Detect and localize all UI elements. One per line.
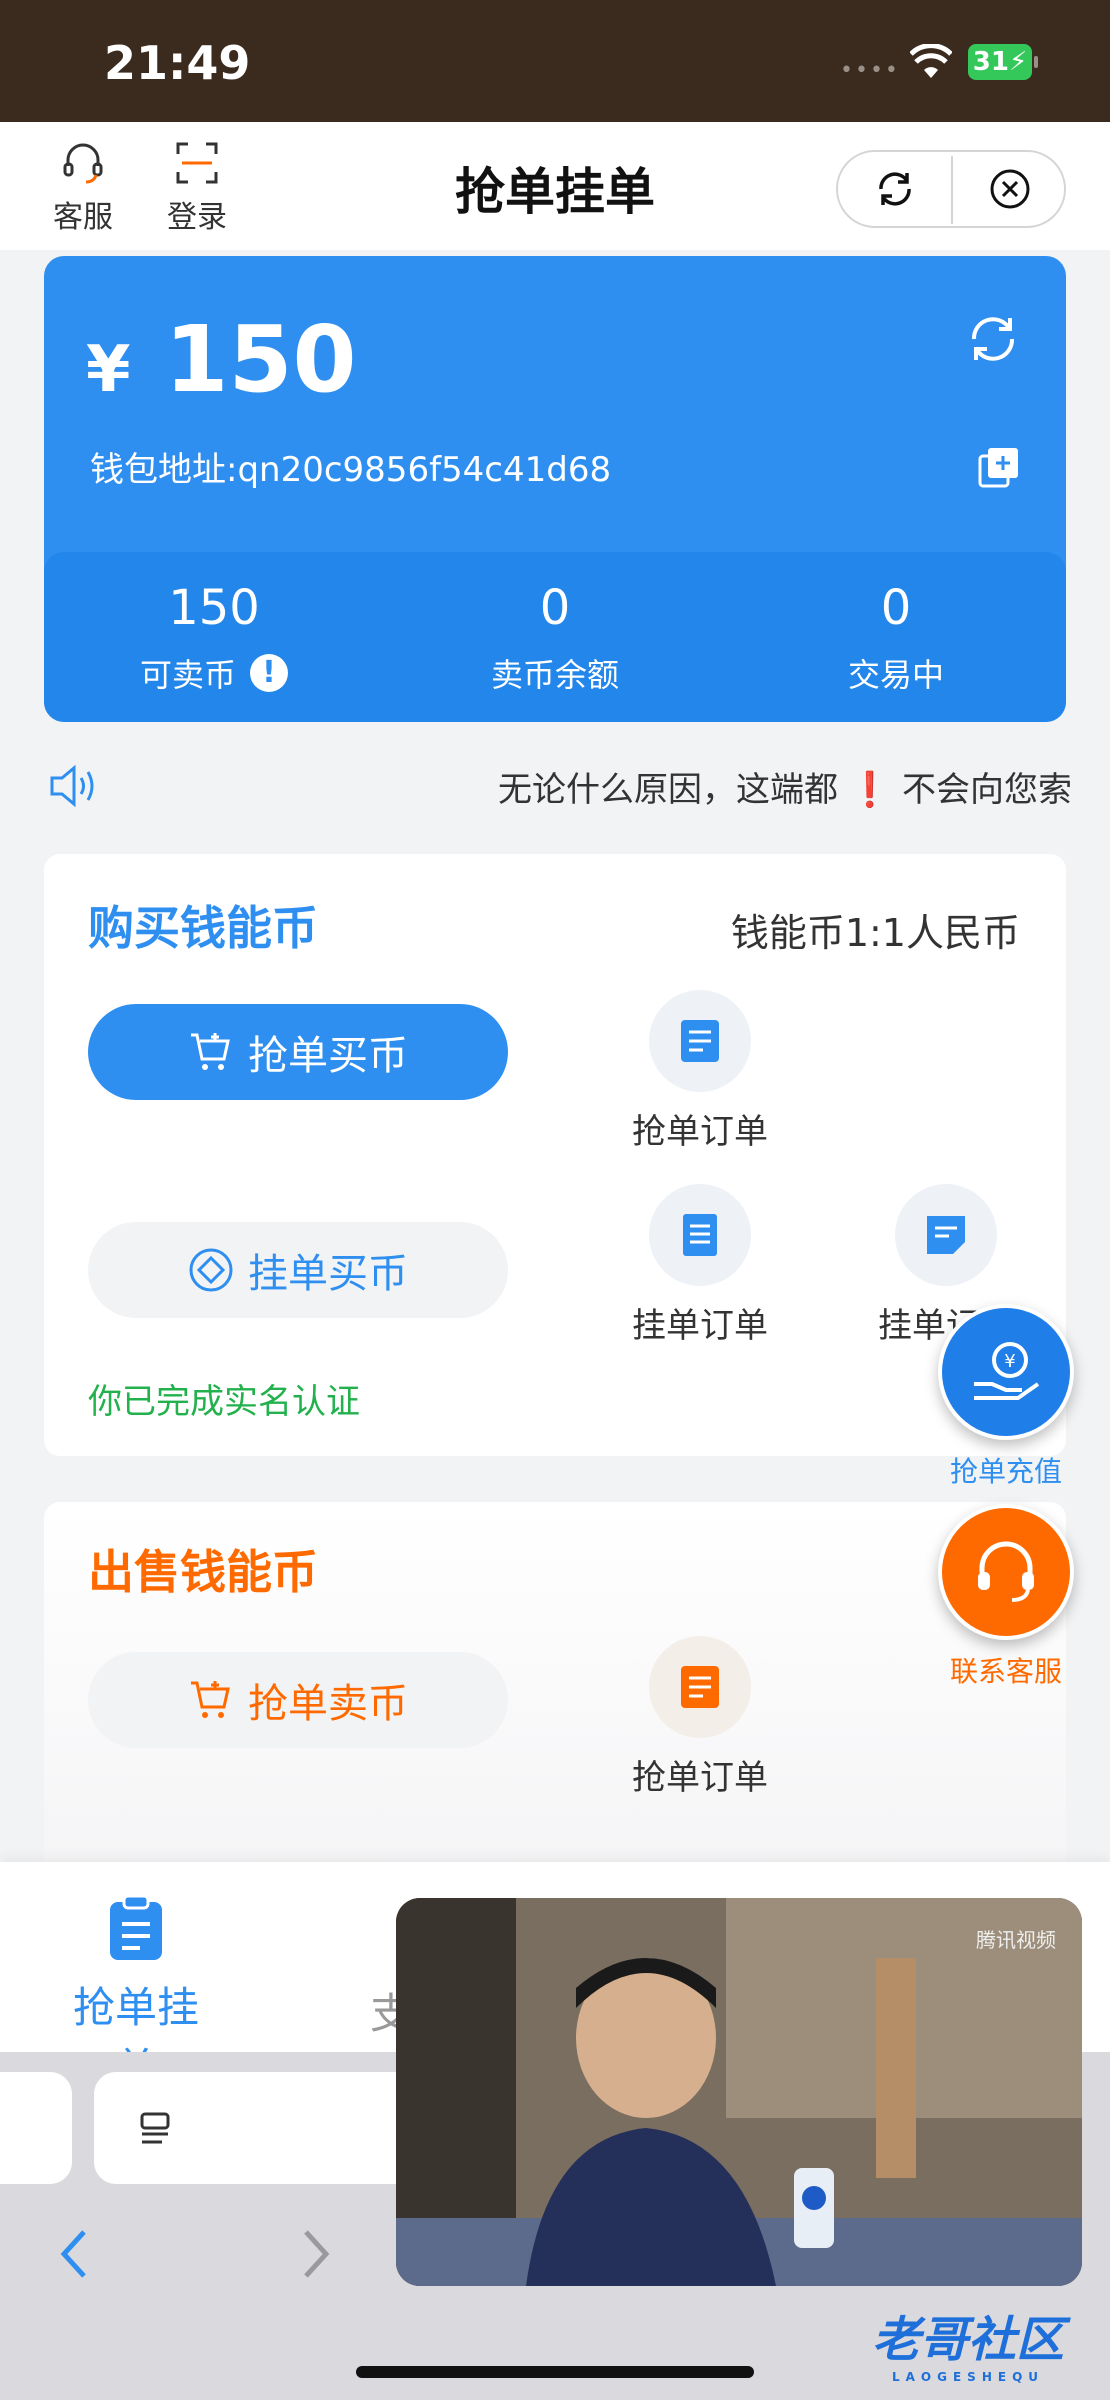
wallet-stats: 150 可卖币! 0 卖币余额 0 交易中: [44, 552, 1066, 722]
hang-orders-buy[interactable]: 挂单订单: [600, 1184, 800, 1347]
close-button[interactable]: [953, 152, 1066, 226]
recharge-float-button[interactable]: ¥ 抢单充值: [936, 1304, 1076, 1490]
tab-preview[interactable]: [0, 2072, 72, 2184]
stat-label: 卖币余额: [490, 656, 619, 694]
refresh-balance-icon[interactable]: [962, 308, 1024, 370]
wifi-icon: [910, 44, 952, 78]
clipboard-icon: [110, 1894, 162, 1960]
refresh-icon: [878, 172, 911, 206]
video-frame: [396, 1898, 1082, 2286]
grab-orders-buy[interactable]: 抢单订单: [600, 990, 800, 1153]
svg-text:¥: ¥: [1004, 1351, 1015, 1372]
balance-amount: 150: [164, 306, 357, 413]
forward-icon[interactable]: [298, 2226, 334, 2282]
mini-program-capsule: [836, 150, 1066, 228]
signal-icon: ••••: [840, 58, 900, 83]
nav-bar: 客服 登录 抢单挂单: [0, 122, 1110, 250]
wallet-card: ¥150 钱包地址:qn20c9856f54c41d68 150 可卖币! 0 …: [44, 256, 1066, 722]
edit-note-icon: [927, 1216, 965, 1254]
stat-value: 0: [880, 580, 912, 636]
wallet-balance: ¥150: [86, 306, 357, 413]
hang-buy-button[interactable]: 挂单买币: [88, 1222, 508, 1318]
exchange-rate: 钱能币1:1人民币: [730, 911, 1020, 955]
home-indicator[interactable]: [356, 2366, 754, 2378]
hand-coin-icon: ¥: [974, 1342, 1040, 1400]
buy-card: 购买钱能币 钱能币1:1人民币 抢单买币 抢单订单 挂单买币 挂单订单 挂单记录…: [44, 854, 1066, 1456]
speaker-icon: [50, 764, 94, 808]
currency-symbol: ¥: [86, 333, 131, 407]
tabs-icon: [140, 2112, 170, 2144]
wallet-address: 钱包地址:qn20c9856f54c41d68: [90, 450, 612, 490]
community-logo: 老哥社区 LAOGESHEQU: [872, 2312, 1065, 2384]
status-bar: 21:49 •••• 31⚡: [0, 0, 1110, 122]
contact-service-float-button[interactable]: 联系客服: [936, 1504, 1076, 1690]
buy-title: 购买钱能币: [88, 901, 318, 955]
notice-bar: 无论什么原因，这端都 ❗ 不会向您索: [0, 740, 1110, 830]
battery-indicator: 31⚡: [968, 44, 1038, 80]
stat-sell-balance: 0 卖币余额: [385, 580, 725, 696]
stat-label: 交易中: [847, 656, 944, 694]
cart-icon: [191, 1033, 230, 1070]
verified-status: 你已完成实名认证: [88, 1382, 360, 1422]
close-icon: [990, 169, 1029, 209]
stat-label: 可卖币: [139, 656, 236, 694]
pip-video-player[interactable]: 腾讯视频: [396, 1898, 1082, 2286]
grab-sell-button[interactable]: 抢单卖币: [88, 1652, 508, 1748]
back-icon[interactable]: [56, 2226, 92, 2282]
order-list-icon: [681, 1666, 719, 1708]
notice-text: 无论什么原因，这端都 ❗ 不会向您索: [498, 770, 1072, 810]
headset-icon: [978, 1541, 1034, 1602]
stat-trading: 0 交易中: [766, 580, 1026, 696]
grab-buy-button[interactable]: 抢单买币: [88, 1004, 508, 1100]
info-icon[interactable]: !: [250, 654, 288, 692]
status-time: 21:49: [104, 36, 251, 90]
order-list-icon: [681, 1020, 719, 1062]
video-watermark: 腾讯视频: [976, 1928, 1056, 1952]
cart-icon: [191, 1681, 230, 1718]
grab-orders-sell[interactable]: 抢单订单: [600, 1636, 800, 1799]
stat-sellable: 150 可卖币!: [44, 580, 384, 696]
stat-value: 0: [539, 580, 571, 636]
sell-card: 出售钱能币 抢单卖币 抢单订单: [44, 1502, 1066, 1902]
copy-icon[interactable]: [976, 444, 1022, 490]
refresh-button[interactable]: [838, 152, 951, 226]
contact-label: 联系客服: [949, 1655, 1062, 1688]
receipt-icon: [683, 1214, 717, 1256]
stat-value: 150: [168, 580, 260, 636]
diamond-icon: [189, 1248, 233, 1292]
sell-title: 出售钱能币: [88, 1545, 318, 1599]
recharge-label: 抢单充值: [949, 1455, 1062, 1488]
